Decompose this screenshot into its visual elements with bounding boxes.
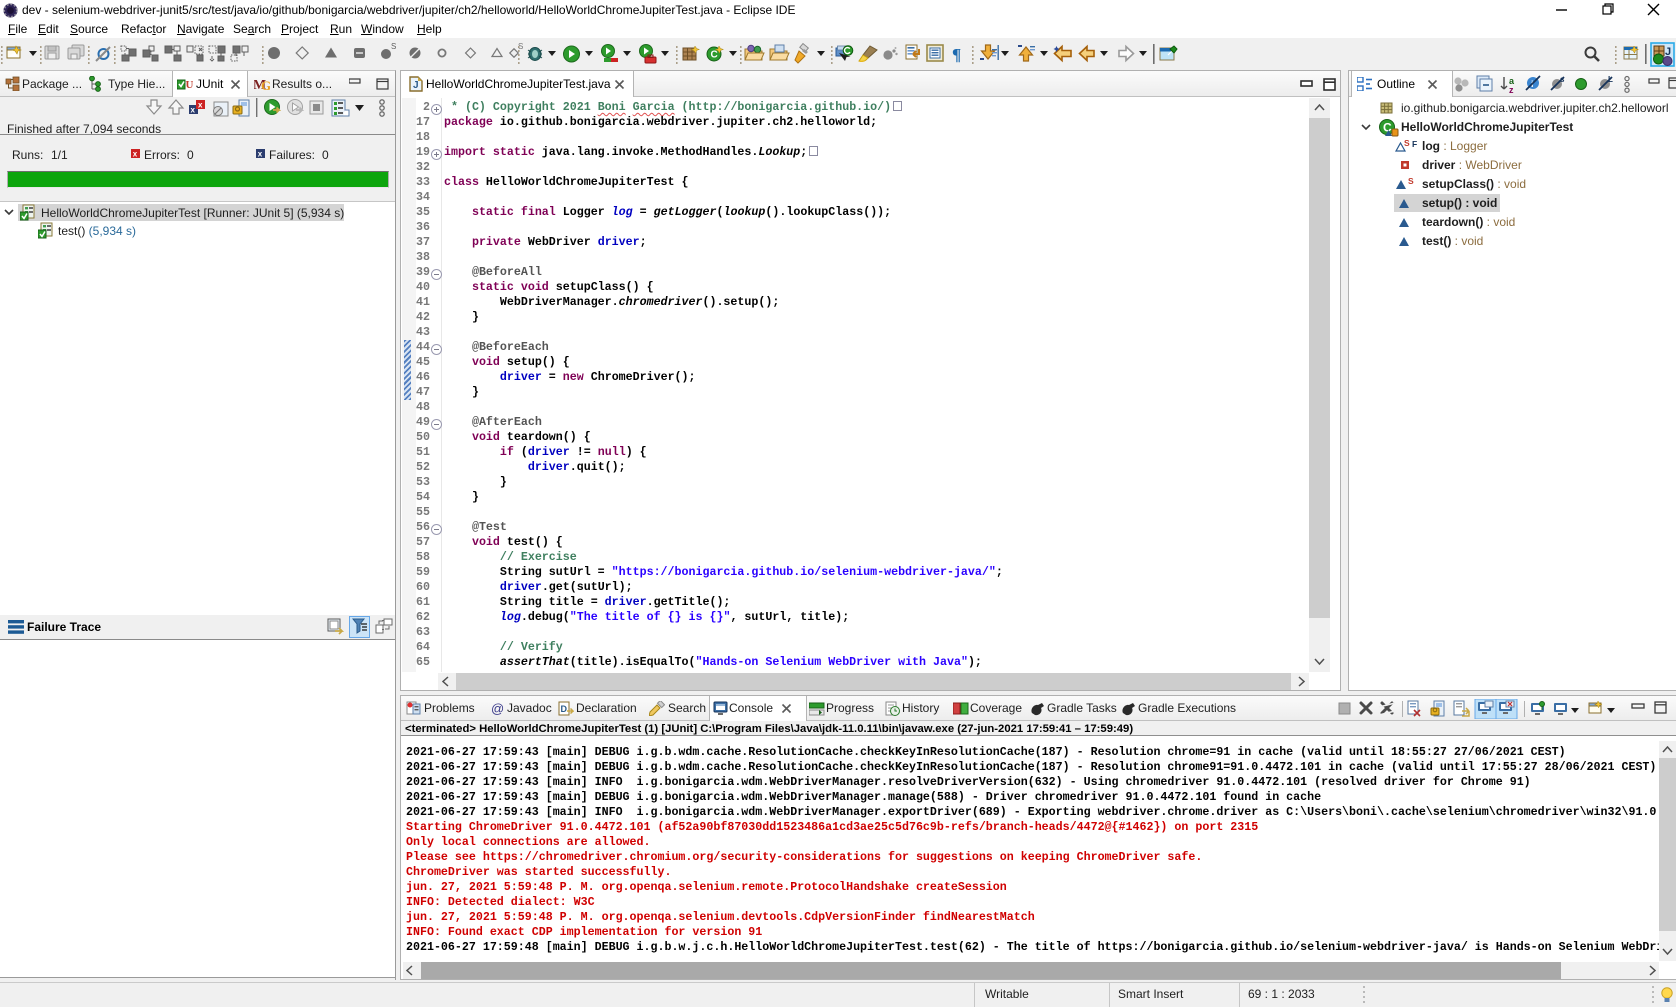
svg-text:S: S [518,42,523,51]
svg-text:z: z [1509,85,1514,94]
svg-text:J: J [413,80,419,91]
svg-text:S: S [391,42,396,51]
svg-text:U: U [186,79,194,91]
svg-text:¶: ¶ [952,45,961,64]
svg-text:S: S [1408,176,1414,186]
svg-text:S: S [1404,138,1410,148]
svg-text:D: D [561,704,568,714]
svg-text:@: @ [491,701,504,716]
svg-text:F: F [1412,139,1417,149]
svg-text:x: x [191,106,196,115]
svg-text:x: x [258,150,263,159]
svg-text:x: x [198,101,203,110]
svg-text:G: G [261,78,270,92]
svg-text:C: C [711,50,718,61]
svg-text:x: x [133,150,138,159]
